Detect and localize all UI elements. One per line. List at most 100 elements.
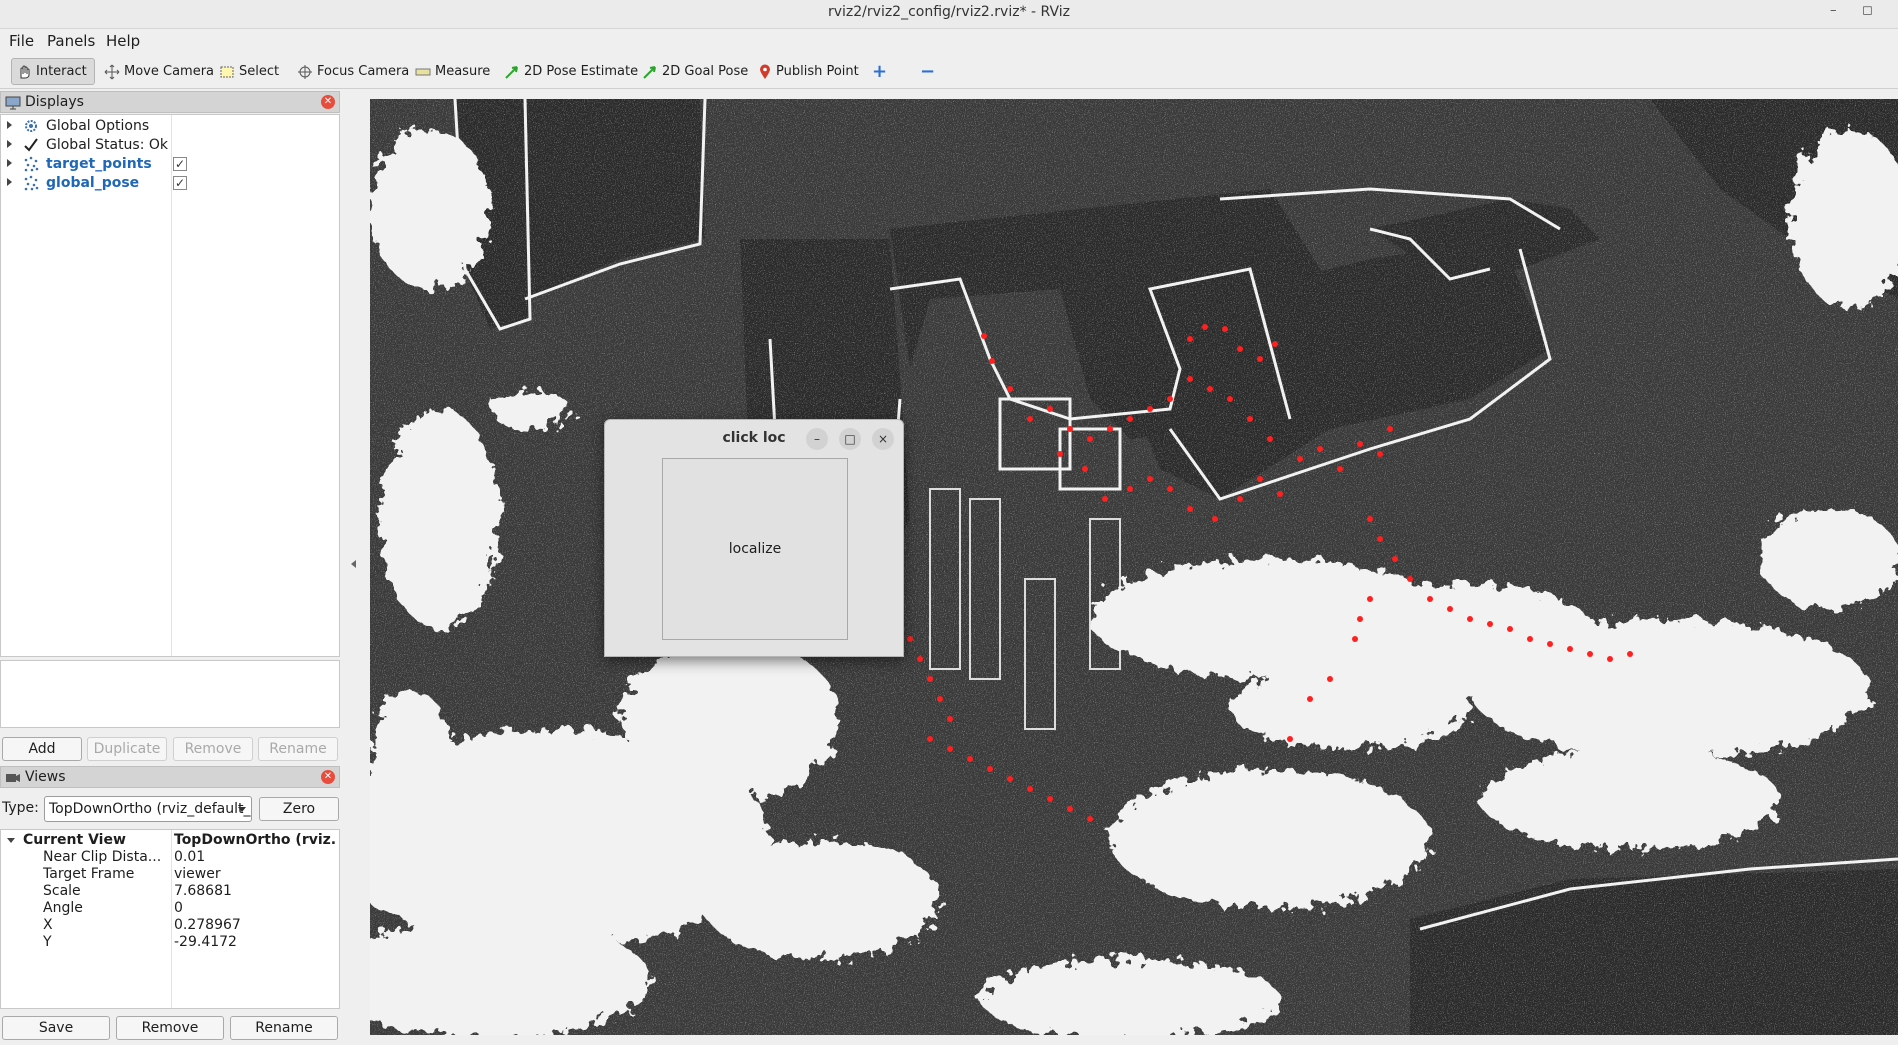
display-item-label: global_pose bbox=[46, 175, 140, 191]
property-row[interactable]: Scale 7.68681 bbox=[1, 883, 339, 900]
select-icon bbox=[220, 66, 234, 77]
measure-tool-button[interactable]: Measure bbox=[411, 58, 494, 85]
property-row[interactable]: Target Frame viewer bbox=[1, 866, 339, 883]
select-tool-button[interactable]: Select bbox=[215, 58, 283, 85]
view-type-select[interactable]: TopDownOrtho (rviz_default_plugins) bbox=[44, 796, 252, 822]
hand-icon bbox=[20, 65, 30, 78]
display-item-label: Global Options bbox=[46, 118, 150, 134]
displays-panel-header: Displays ✕ bbox=[0, 91, 340, 113]
view-properties-tree: Current View TopDownOrtho (rviz... Near … bbox=[0, 829, 340, 1009]
goal-pose-tool-button[interactable]: 2D Goal Pose bbox=[638, 58, 752, 85]
remove-view-button[interactable]: Remove bbox=[116, 1016, 224, 1040]
window-titlebar: rviz2/rviz2_config/rviz2.rviz* - RViz – … bbox=[0, 0, 1898, 29]
views-title: Views bbox=[25, 769, 66, 785]
check-icon bbox=[24, 138, 38, 152]
save-view-button[interactable]: Save bbox=[2, 1016, 110, 1040]
measure-label: Measure bbox=[435, 64, 491, 79]
duplicate-display-button[interactable]: Duplicate bbox=[87, 737, 167, 761]
property-key: Target Frame bbox=[43, 866, 135, 882]
chevron-down-icon bbox=[238, 807, 246, 812]
property-key: X bbox=[43, 917, 53, 933]
add-display-button[interactable]: Add bbox=[2, 737, 82, 761]
property-row[interactable]: X 0.278967 bbox=[1, 917, 339, 934]
points-icon bbox=[24, 156, 39, 172]
rename-display-button[interactable]: Rename bbox=[258, 737, 338, 761]
displays-tree: Global Options Global Status: Ok target_… bbox=[0, 114, 340, 657]
gear-icon bbox=[25, 120, 37, 132]
view-type-label: Type: bbox=[2, 800, 39, 816]
pose-estimate-tool-button[interactable]: 2D Pose Estimate bbox=[500, 58, 642, 85]
green-arrow-icon bbox=[505, 65, 518, 79]
global-pose-checkbox[interactable]: ✓ bbox=[173, 176, 187, 190]
interact-tool-button[interactable]: Interact bbox=[11, 58, 95, 85]
expand-arrow-icon[interactable] bbox=[7, 178, 12, 186]
point-cloud-map bbox=[370, 99, 1898, 1035]
property-row[interactable]: Angle 0 bbox=[1, 900, 339, 917]
focus-camera-icon bbox=[298, 64, 312, 79]
views-close-button[interactable]: ✕ bbox=[321, 770, 335, 784]
rename-view-button[interactable]: Rename bbox=[230, 1016, 338, 1040]
display-item-global-status[interactable]: Global Status: Ok bbox=[1, 136, 339, 155]
property-key: Y bbox=[43, 934, 52, 950]
property-row[interactable]: Y -29.4172 bbox=[1, 934, 339, 951]
monitor-icon bbox=[5, 96, 21, 110]
interact-label: Interact bbox=[36, 64, 87, 79]
dialog-close-button[interactable]: × bbox=[872, 428, 894, 450]
expand-arrow-icon[interactable] bbox=[7, 121, 12, 129]
displays-title: Displays bbox=[25, 94, 84, 110]
publish-point-tool-button[interactable]: Publish Point bbox=[754, 58, 863, 85]
points-icon bbox=[24, 175, 39, 191]
maximize-button[interactable]: ◻ bbox=[1862, 3, 1873, 18]
target-points-checkbox[interactable]: ✓ bbox=[173, 157, 187, 171]
remove-tool-button[interactable]: − bbox=[916, 58, 939, 85]
view-type-value: TopDownOrtho (rviz_default_plugins) bbox=[49, 801, 251, 817]
move-camera-tool-button[interactable]: Move Camera bbox=[100, 58, 218, 85]
property-value: -29.4172 bbox=[174, 934, 237, 950]
property-key: Near Clip Dista... bbox=[43, 849, 162, 865]
property-value: 0.01 bbox=[174, 849, 206, 865]
expand-arrow-icon[interactable] bbox=[7, 159, 12, 167]
render-viewport[interactable] bbox=[370, 99, 1898, 1035]
window-title: rviz2/rviz2_config/rviz2.rviz* - RViz bbox=[828, 4, 1070, 20]
property-row[interactable]: Near Clip Dista... 0.01 bbox=[1, 849, 339, 866]
localize-button[interactable]: localize bbox=[662, 458, 848, 640]
move-camera-label: Move Camera bbox=[124, 64, 215, 79]
property-value: 7.68681 bbox=[174, 883, 232, 899]
collapse-dock-icon[interactable] bbox=[351, 560, 356, 568]
move-camera-icon bbox=[104, 64, 120, 79]
column-divider bbox=[171, 115, 172, 656]
minimize-button[interactable]: – bbox=[1830, 3, 1837, 18]
dock-splitter[interactable] bbox=[343, 90, 369, 1045]
menu-bar: File Panels Help bbox=[0, 30, 1898, 52]
display-item-target-points[interactable]: target_points ✓ bbox=[1, 155, 339, 174]
dialog-maximize-button[interactable]: □ bbox=[839, 428, 861, 450]
display-item-label: Global Status: Ok bbox=[46, 137, 169, 153]
zero-view-button[interactable]: Zero bbox=[259, 797, 339, 821]
remove-display-button[interactable]: Remove bbox=[173, 737, 253, 761]
focus-camera-label: Focus Camera bbox=[317, 64, 410, 79]
camera-icon bbox=[6, 774, 20, 782]
green-arrow-icon bbox=[643, 65, 656, 79]
property-value: 0.278967 bbox=[174, 917, 241, 933]
ruler-icon bbox=[415, 68, 431, 75]
toolbar: Interact Move Camera Select Focus Camera… bbox=[0, 53, 1898, 89]
property-value: 0 bbox=[174, 900, 183, 916]
display-item-global-pose[interactable]: global_pose ✓ bbox=[1, 174, 339, 193]
focus-camera-tool-button[interactable]: Focus Camera bbox=[293, 58, 413, 85]
expand-arrow-icon[interactable] bbox=[7, 140, 12, 148]
publish-point-label: Publish Point bbox=[776, 64, 859, 79]
property-value: TopDownOrtho (rviz... bbox=[174, 832, 336, 848]
menu-file[interactable]: File bbox=[9, 32, 34, 50]
click-loc-dialog: click loc – □ × localize bbox=[604, 419, 904, 657]
select-label: Select bbox=[239, 64, 280, 79]
property-value: viewer bbox=[174, 866, 221, 882]
dialog-minimize-button[interactable]: – bbox=[806, 428, 828, 450]
display-description-box bbox=[0, 660, 340, 728]
current-view-row[interactable]: Current View TopDownOrtho (rviz... bbox=[1, 832, 339, 849]
add-tool-button[interactable]: + bbox=[868, 58, 891, 85]
menu-help[interactable]: Help bbox=[106, 32, 140, 50]
displays-close-button[interactable]: ✕ bbox=[321, 95, 335, 109]
collapse-arrow-icon[interactable] bbox=[7, 838, 15, 843]
menu-panels[interactable]: Panels bbox=[47, 32, 95, 50]
display-item-global-options[interactable]: Global Options bbox=[1, 117, 339, 136]
